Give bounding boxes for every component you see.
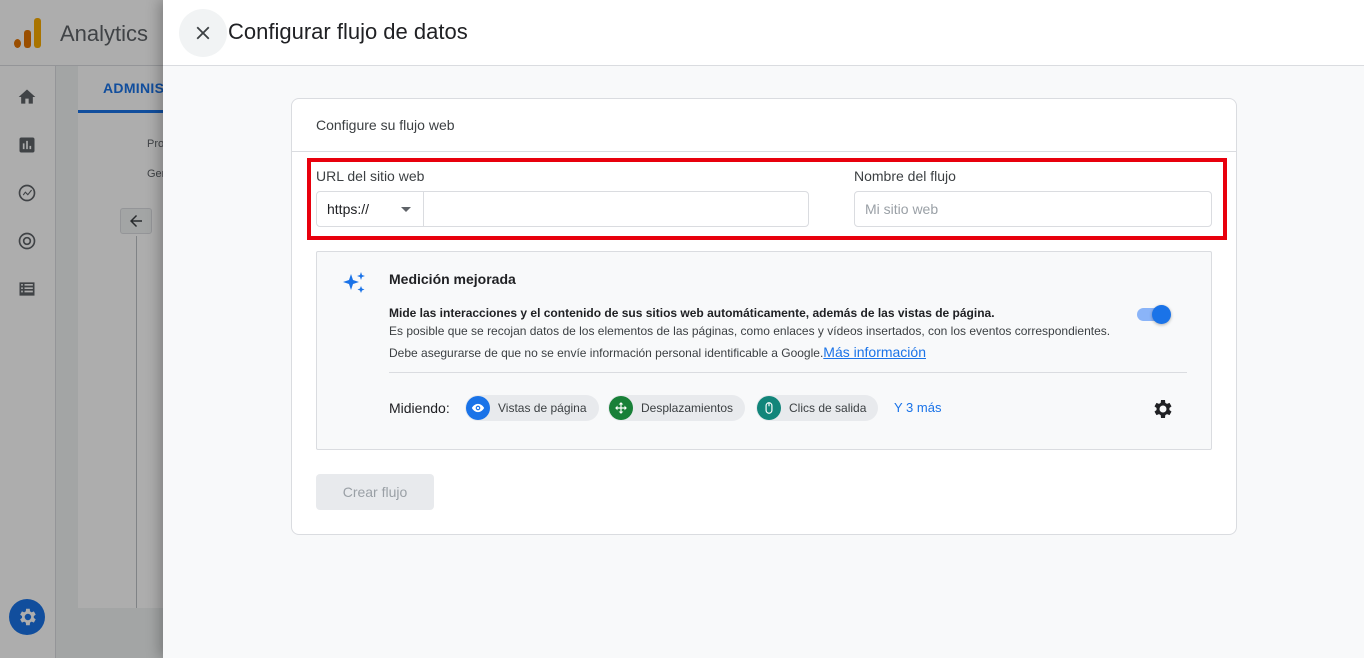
- enhanced-measurement-toggle[interactable]: [1135, 305, 1171, 324]
- gear-icon[interactable]: [1151, 397, 1175, 421]
- enhanced-divider: [389, 372, 1187, 373]
- panel-title: Configurar flujo de datos: [228, 19, 468, 44]
- panel-header: Configurar flujo de datos: [163, 0, 1364, 66]
- more-info-link[interactable]: Más información: [823, 344, 926, 360]
- chip-label: Vistas de página: [498, 401, 587, 415]
- enhanced-description-bold: Mide las interacciones y el contenido de…: [389, 306, 995, 320]
- move-icon: [609, 396, 633, 420]
- close-icon: [196, 26, 210, 40]
- privacy-text: Debe asegurarse de que no se envíe infor…: [389, 346, 824, 360]
- eye-icon: [466, 396, 490, 420]
- url-field-group: https://: [316, 191, 809, 227]
- protocol-value: https://: [327, 201, 370, 217]
- enhanced-measurement-section: Medición mejorada Mide las interacciones…: [316, 251, 1212, 450]
- chip-page-views: Vistas de página: [465, 395, 599, 421]
- url-label: URL del sitio web: [316, 168, 425, 184]
- stream-name-label: Nombre del flujo: [854, 168, 956, 184]
- close-button[interactable]: [179, 9, 227, 57]
- sparkle-icon: [341, 270, 367, 296]
- dropdown-arrow-icon: [401, 207, 411, 212]
- protocol-select[interactable]: https://: [317, 192, 424, 226]
- card-divider: [292, 151, 1236, 152]
- enhanced-privacy-note: Debe asegurarse de que no se envíe infor…: [389, 344, 926, 360]
- toggle-knob: [1152, 305, 1171, 324]
- stream-name-input[interactable]: [854, 191, 1212, 227]
- chip-label: Desplazamientos: [641, 401, 734, 415]
- chip-scrolls: Desplazamientos: [608, 395, 746, 421]
- measuring-label: Midiendo:: [389, 400, 450, 416]
- enhanced-measurement-title: Medición mejorada: [389, 271, 516, 287]
- card-title: Configure su flujo web: [316, 117, 455, 133]
- url-input[interactable]: [425, 192, 808, 226]
- chip-label: Clics de salida: [789, 401, 867, 415]
- enhanced-description: Es posible que se recojan datos de los e…: [389, 324, 1111, 338]
- mouse-icon: [757, 396, 781, 420]
- configure-stream-panel: Configurar flujo de datos Configure su f…: [163, 0, 1364, 658]
- chip-outbound-clicks: Clics de salida: [756, 395, 879, 421]
- create-stream-button[interactable]: Crear flujo: [316, 474, 434, 510]
- more-events-link[interactable]: Y 3 más: [894, 400, 941, 415]
